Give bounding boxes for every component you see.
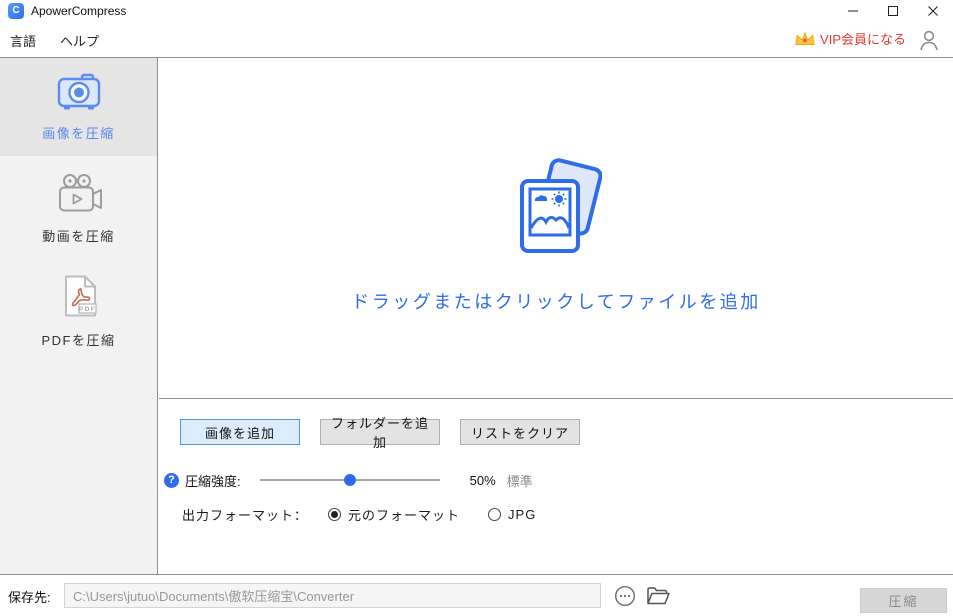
sidebar-item-label: 動画を圧縮 [42,229,115,244]
maximize-icon [888,6,898,16]
close-icon [928,6,938,16]
radio-jpg-label[interactable]: JPG [508,507,536,522]
format-row: 出力フォーマット： 元のフォーマット JPG [182,504,536,524]
slider-handle[interactable] [343,474,356,486]
sidebar-item-compress-image[interactable]: 画像を圧縮 [0,58,157,156]
app-logo-icon: C [8,3,24,19]
ellipsis-circle-icon [614,585,636,607]
menubar: 言語 ヘルプ VIP会員になる [0,22,953,57]
save-path-input[interactable] [64,583,601,608]
crown-icon [795,31,815,45]
svg-text:PDF: PDF [78,306,96,313]
help-icon[interactable]: ? [164,472,179,488]
sidebar: 画像を圧縮 動画を圧縮 PDF PDFを圧縮 [0,58,158,574]
dropzone-divider [159,398,953,399]
sidebar-item-compress-video[interactable]: 動画を圧縮 [0,160,157,258]
format-label: 出力フォーマット： [182,507,309,523]
toolbar: 画像を追加 フォルダーを追加 リストをクリア [180,416,580,450]
menu-language[interactable]: 言語 [10,31,36,50]
sidebar-item-compress-pdf[interactable]: PDF PDFを圧縮 [0,262,157,360]
strength-level: 標準 [506,473,533,489]
pdf-file-icon: PDF [64,275,97,317]
sidebar-item-label: 画像を圧縮 [42,126,115,141]
strength-slider[interactable] [259,473,440,487]
strength-value: 50% [469,472,496,488]
compress-button[interactable]: 圧縮 [860,588,947,613]
footer: 保存先: 圧縮 [0,575,953,616]
dropzone[interactable]: ドラッグまたはクリックしてファイルを追加 [159,58,953,398]
clear-list-button[interactable]: リストをクリア [460,419,580,445]
close-button[interactable] [913,0,953,22]
radio-original-format[interactable] [328,507,342,521]
save-location-label: 保存先: [8,590,51,605]
minimize-button[interactable] [833,0,873,22]
sidebar-item-label: PDFを圧縮 [41,333,116,348]
main-panel: ドラッグまたはクリックしてファイルを追加 [159,58,953,398]
minimize-icon [848,10,858,12]
add-images-button[interactable]: 画像を追加 [180,419,300,445]
open-folder-button[interactable] [646,586,671,611]
browse-ellipsis-button[interactable] [614,585,636,612]
titlebar: C ApowerCompress [0,0,953,22]
strength-label: 圧縮強度: [185,473,241,489]
strength-row: ? 圧縮強度: 50% 標準 [164,469,533,491]
vip-upgrade-link[interactable]: VIP会員になる [794,29,906,48]
app-title: ApowerCompress [31,4,127,18]
radio-original-format-label[interactable]: 元のフォーマット [348,505,460,524]
add-folder-button[interactable]: フォルダーを追加 [320,416,440,450]
photos-icon [520,158,602,253]
video-camera-icon [58,174,102,212]
window-controls [833,0,953,22]
maximize-button[interactable] [873,0,913,22]
vip-label: VIP会員になる [820,32,906,47]
folder-icon [647,587,670,605]
menu-help[interactable]: ヘルプ [60,31,99,50]
dropzone-hint: ドラッグまたはクリックしてファイルを追加 [351,292,761,312]
camera-icon [57,73,100,110]
radio-jpg[interactable] [488,507,502,521]
account-icon[interactable] [918,28,940,57]
